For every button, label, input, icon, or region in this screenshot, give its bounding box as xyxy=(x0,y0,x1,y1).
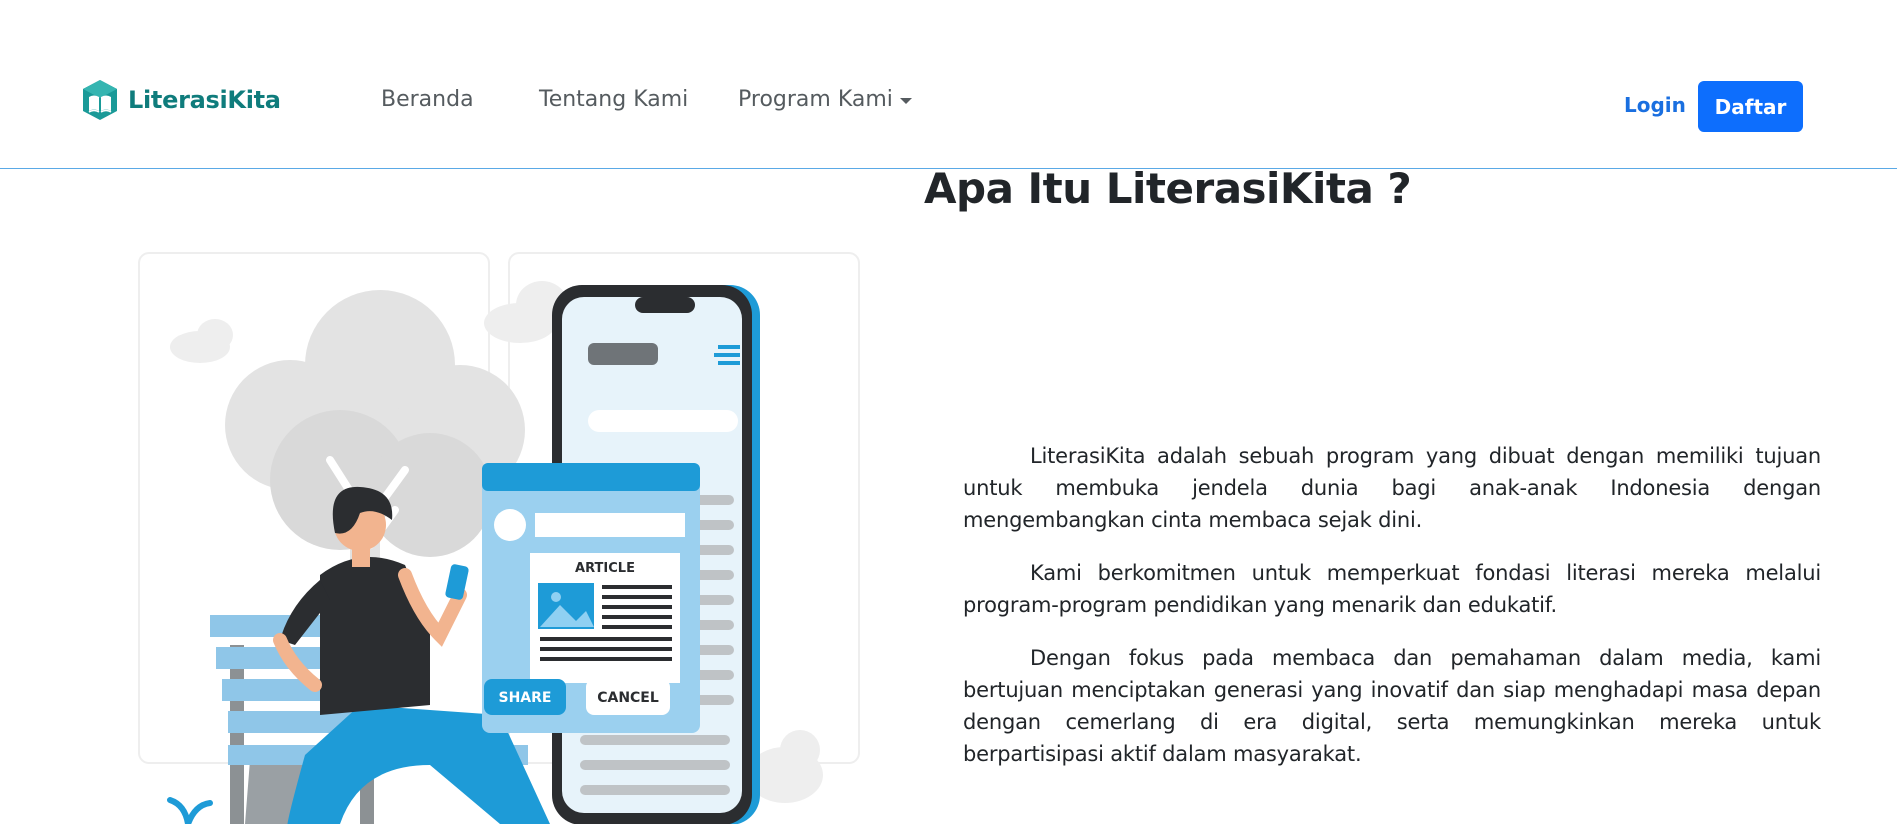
logo-icon xyxy=(83,80,117,120)
paragraph-commitment: Kami berkomitmen untuk memperkuat fondas… xyxy=(963,561,1821,617)
navbar: LiterasiKita Beranda Tentang Kami Progra… xyxy=(0,0,1897,169)
share-button-label: SHARE xyxy=(499,690,552,706)
paragraph-focus: Dengan fokus pada membaca dan pemahaman … xyxy=(963,646,1821,766)
login-link[interactable]: Login xyxy=(1624,91,1686,119)
reading-illustration: ARTICLE SHARE CANCEL xyxy=(138,252,860,824)
brand-name: LiterasiKita xyxy=(128,86,281,114)
caret-down-icon xyxy=(899,98,912,104)
description: LiterasiKita adalah sebuah program yang … xyxy=(963,440,1821,791)
nav-item-tentang-kami[interactable]: Tentang Kami xyxy=(539,86,688,114)
nav-item-program-kami[interactable]: Program Kami xyxy=(738,86,912,114)
daftar-button[interactable]: Daftar xyxy=(1698,81,1803,132)
paragraph-intro: LiterasiKita adalah sebuah program yang … xyxy=(963,444,1821,532)
article-card: ARTICLE SHARE CANCEL xyxy=(482,463,700,733)
cancel-button-label: CANCEL xyxy=(597,690,659,706)
section-title: Apa Itu LiterasiKita ? xyxy=(924,164,1412,213)
brand-link[interactable]: LiterasiKita xyxy=(80,78,281,122)
article-heading: ARTICLE xyxy=(575,561,635,576)
plant-icon xyxy=(167,797,213,824)
nav-item-program-label: Program Kami xyxy=(738,87,893,112)
nav-item-beranda[interactable]: Beranda xyxy=(381,86,474,114)
